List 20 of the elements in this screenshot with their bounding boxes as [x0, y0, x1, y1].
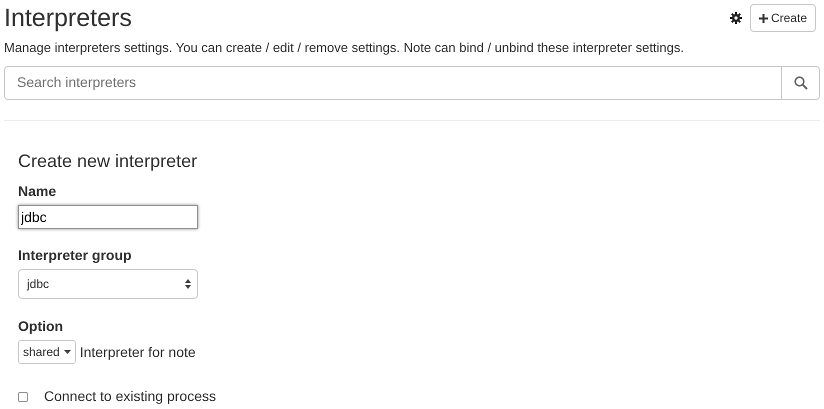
option-text: Interpreter for note [80, 342, 196, 362]
page-title: Interpreters [4, 4, 132, 32]
field-label: Interpreter group [18, 246, 133, 266]
create-button[interactable]: Create [750, 4, 816, 32]
settings-icon[interactable] [730, 12, 742, 24]
field-label: Name [18, 182, 58, 202]
name-input[interactable]: jdbc [18, 205, 198, 230]
search-button[interactable] [781, 66, 820, 100]
updown-arrows-icon [185, 279, 191, 290]
option-dropdown[interactable]: shared [18, 340, 76, 364]
search-field[interactable]: Search interpreters [4, 66, 781, 100]
description-text: Manage interpreters settings. You can create / edit / remove settings. Note can bind / unbind these interpreter settings. [4, 39, 686, 57]
group-select[interactable]: jdbc [18, 269, 198, 300]
form-heading: Create new interpreter [18, 150, 198, 172]
checkbox[interactable] [18, 392, 28, 402]
checkbox-label: Connect to existing process [44, 387, 216, 406]
plus-icon [758, 14, 768, 22]
caret-icon [64, 350, 71, 354]
field-label: Option [18, 317, 64, 336]
search-icon [794, 76, 808, 90]
